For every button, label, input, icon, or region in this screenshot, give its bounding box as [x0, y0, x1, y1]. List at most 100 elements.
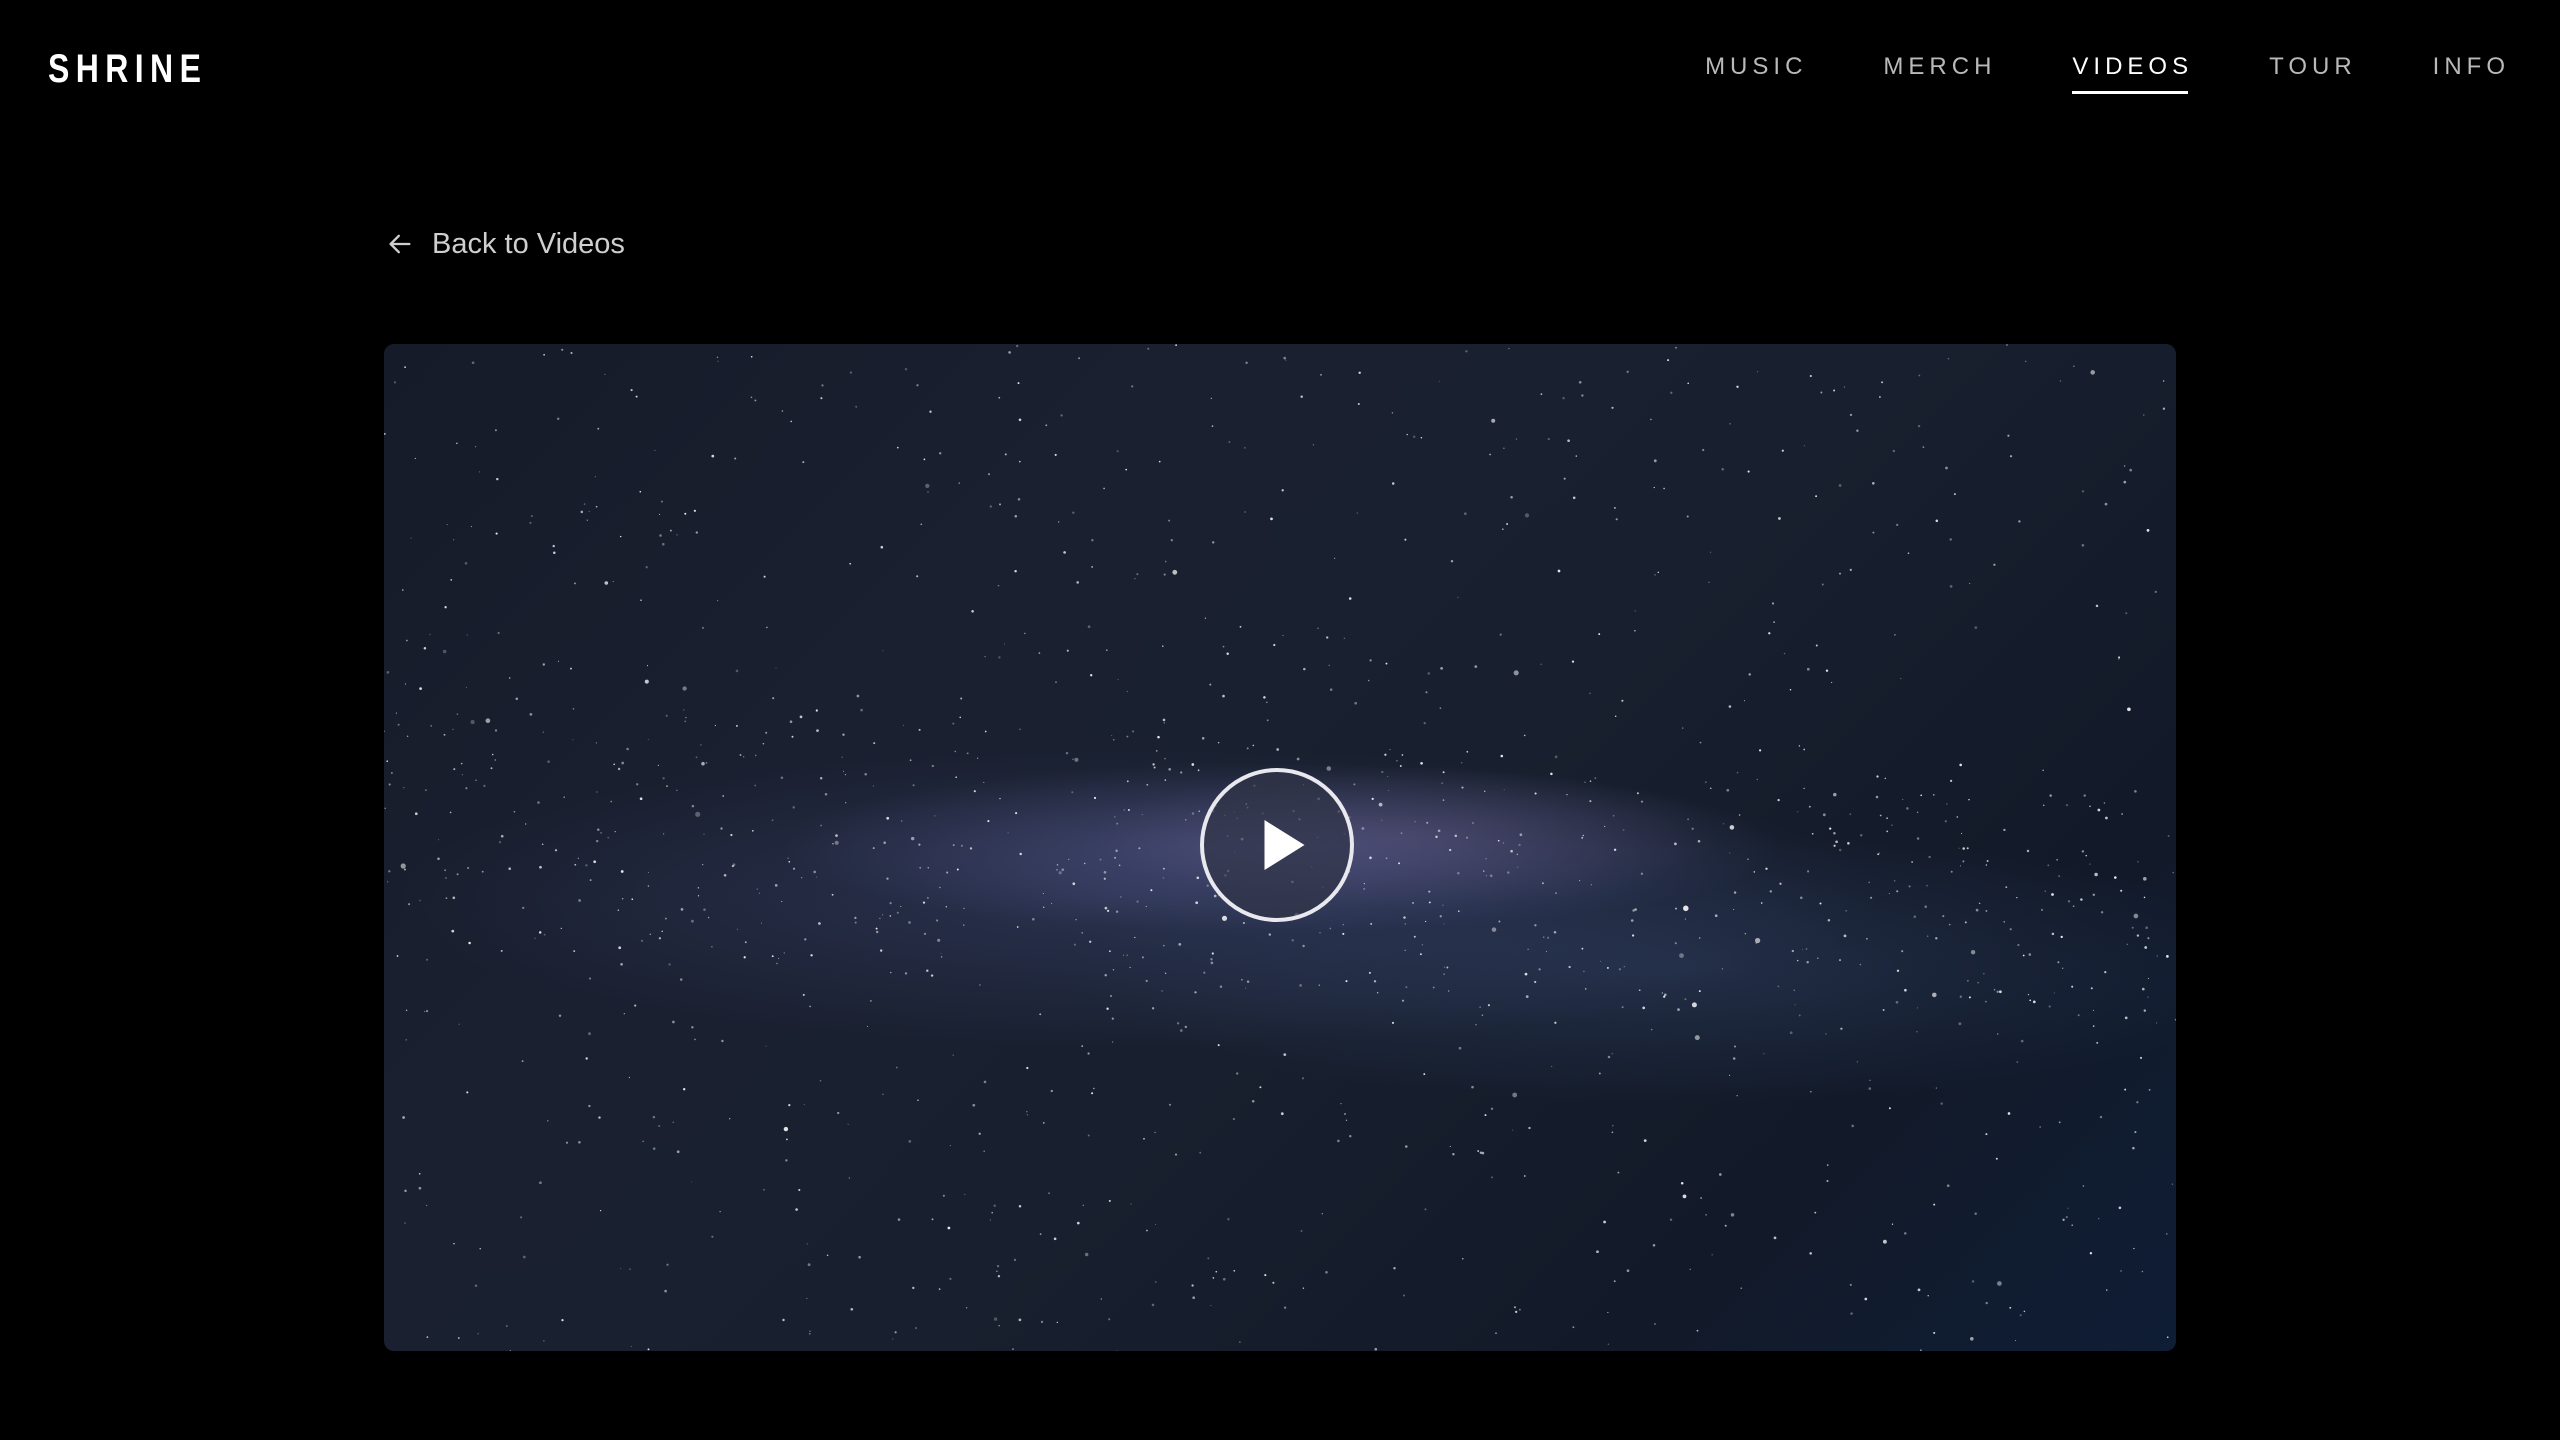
star — [1845, 910, 1847, 912]
star — [684, 720, 687, 723]
star — [1245, 361, 1248, 364]
star — [1051, 902, 1053, 905]
star — [987, 473, 991, 476]
star — [956, 868, 959, 871]
nav-item-info[interactable]: INFO — [2433, 52, 2510, 82]
star — [405, 1009, 408, 1011]
star — [1461, 786, 1464, 789]
star — [491, 753, 494, 756]
star — [2156, 955, 2158, 957]
star — [1223, 1277, 1226, 1281]
star — [1825, 1033, 1827, 1035]
star — [1567, 439, 1570, 443]
star — [1968, 996, 1971, 999]
star — [1357, 402, 1360, 406]
star — [872, 847, 875, 850]
star — [631, 898, 634, 901]
star — [1918, 374, 1921, 377]
back-to-videos-link[interactable]: Back to Videos — [386, 226, 625, 262]
star — [1993, 989, 1996, 991]
star — [806, 1297, 808, 1300]
star — [783, 952, 785, 954]
play-button[interactable] — [1200, 768, 1354, 922]
star — [1630, 919, 1634, 922]
nav-item-music[interactable]: MUSIC — [1705, 52, 1807, 82]
star — [1589, 780, 1592, 782]
star — [1264, 1274, 1267, 1277]
star — [1058, 521, 1060, 523]
star — [1048, 1192, 1050, 1194]
star — [1958, 847, 1960, 849]
star — [1740, 1287, 1743, 1290]
nav-item-videos[interactable]: VIDEOS — [2072, 52, 2193, 94]
star — [1163, 722, 1165, 724]
star — [453, 1243, 455, 1245]
star — [1497, 839, 1500, 842]
star — [1147, 347, 1150, 350]
star — [553, 551, 556, 554]
star — [1087, 625, 1091, 629]
star — [1272, 1281, 1275, 1284]
star — [799, 715, 803, 719]
star — [452, 728, 454, 731]
star — [1112, 969, 1115, 971]
star — [600, 831, 603, 834]
star — [2062, 1218, 2065, 1221]
star — [719, 1210, 721, 1213]
video-player[interactable] — [384, 344, 2176, 1351]
star — [1540, 663, 1542, 666]
star — [900, 820, 903, 822]
star — [543, 933, 546, 936]
star — [1130, 1203, 1132, 1205]
star — [801, 877, 803, 879]
star — [1420, 761, 1423, 765]
star — [1896, 523, 1899, 527]
star — [1726, 788, 1730, 792]
star — [902, 724, 904, 726]
star — [854, 921, 857, 924]
star — [444, 869, 446, 872]
star — [2016, 896, 2018, 899]
star — [572, 739, 574, 741]
star — [403, 787, 405, 789]
star — [1349, 816, 1351, 818]
star — [1076, 581, 1079, 584]
star — [1935, 1087, 1937, 1089]
star — [1168, 767, 1172, 771]
star — [695, 811, 701, 817]
star — [404, 683, 407, 685]
star — [1126, 735, 1129, 738]
star — [1282, 635, 1284, 637]
star — [2125, 612, 2128, 615]
star — [818, 922, 821, 925]
star — [889, 915, 892, 917]
star — [485, 718, 491, 724]
star — [647, 885, 650, 887]
star — [1356, 512, 1358, 514]
star — [530, 515, 533, 518]
star — [2155, 1022, 2158, 1024]
star — [2051, 932, 2055, 936]
star — [909, 759, 912, 762]
logo[interactable]: SHRINE — [48, 46, 207, 92]
star — [1404, 538, 1407, 541]
star — [1730, 1213, 1735, 1217]
star — [1907, 552, 1910, 554]
star — [1927, 935, 1929, 937]
star — [1125, 468, 1128, 471]
star — [588, 510, 590, 513]
star — [960, 844, 963, 847]
star — [1738, 814, 1741, 816]
star — [1799, 896, 1803, 900]
star — [1091, 566, 1093, 568]
nav-item-tour[interactable]: TOUR — [2269, 52, 2357, 82]
star — [895, 1066, 898, 1069]
star — [2048, 1005, 2051, 1008]
star — [1967, 980, 1969, 982]
star — [1405, 1145, 1408, 1148]
star — [1502, 528, 1504, 530]
star — [1997, 1281, 2002, 1286]
star — [1510, 849, 1513, 853]
nav-item-merch[interactable]: MERCH — [1883, 52, 1996, 82]
star — [1734, 1045, 1736, 1048]
